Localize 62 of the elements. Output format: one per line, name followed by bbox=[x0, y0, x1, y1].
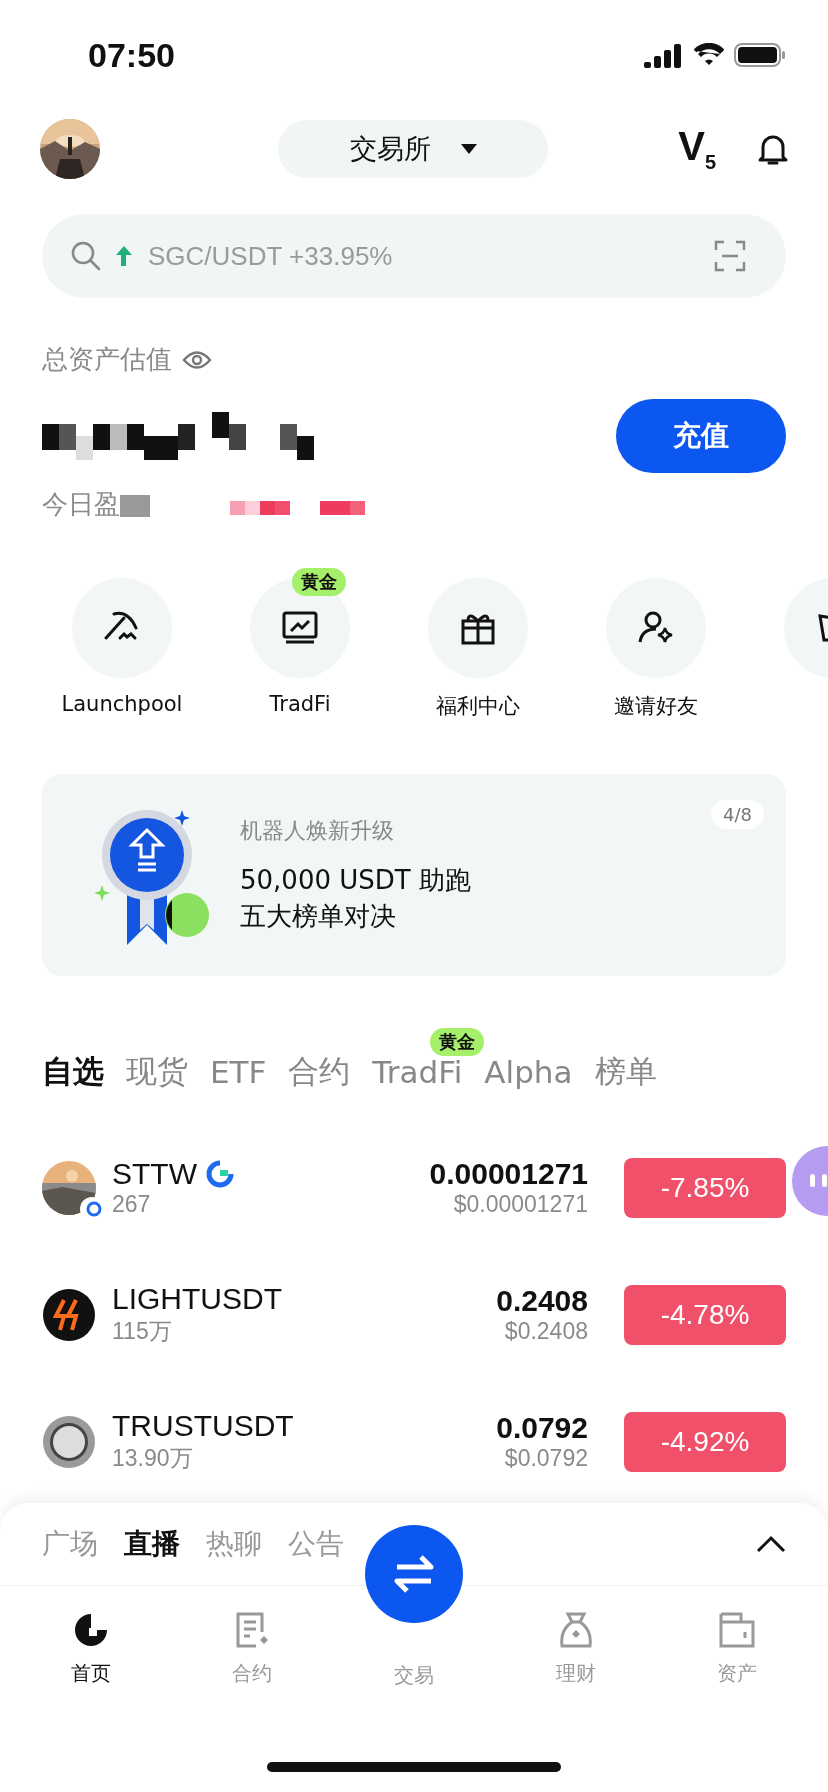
total-assets-label: 总资产估值 bbox=[42, 343, 172, 376]
exchange-selector[interactable]: 交易所 bbox=[278, 120, 548, 178]
change-badge[interactable]: -4.78% bbox=[624, 1284, 786, 1345]
price-text: 0.0792 bbox=[496, 1411, 588, 1445]
nav-tab[interactable]: 资产 bbox=[667, 1610, 808, 1687]
change-badge[interactable]: -4.92% bbox=[624, 1411, 786, 1472]
lightning-logo-icon bbox=[42, 1287, 96, 1342]
coin-icon bbox=[42, 1414, 96, 1469]
search-bar[interactable]: SGC/USDT +33.95% bbox=[42, 214, 786, 298]
search-input[interactable]: SGC/USDT +33.95% bbox=[146, 239, 702, 273]
shortcut-label: TradFi bbox=[269, 692, 331, 716]
pair-symbol: LIGHTUSDT bbox=[112, 1282, 282, 1316]
signal-icon bbox=[644, 42, 684, 68]
volume-text: 267 bbox=[112, 1191, 152, 1218]
nav-tab[interactable]: 理财 bbox=[505, 1610, 646, 1687]
deposit-button[interactable]: 充值 bbox=[616, 399, 786, 473]
vip-level[interactable]: V$_{5}$ bbox=[678, 126, 716, 172]
battery-icon bbox=[734, 42, 786, 68]
caret-icon bbox=[460, 144, 477, 154]
volume-text: 13.90万 bbox=[112, 1444, 194, 1473]
today-pnl-label: 今日盈 bbox=[42, 488, 120, 521]
tier-tag: 黄金 bbox=[292, 568, 346, 596]
feed-tab[interactable]: 公告 bbox=[288, 1525, 344, 1563]
status-time: 07:50 bbox=[88, 35, 175, 75]
feed-tab[interactable]: 热聊 bbox=[206, 1525, 262, 1563]
scan-icon[interactable] bbox=[714, 240, 746, 272]
chevron-up-icon[interactable] bbox=[756, 1535, 786, 1553]
banner-title: 50,000 USDT 助跑 bbox=[240, 864, 471, 897]
market-tab[interactable]: 榜单 bbox=[594, 1051, 657, 1093]
pair-symbol: STTW bbox=[112, 1157, 197, 1191]
feed-tab[interactable]: 广场 bbox=[42, 1525, 98, 1563]
shortcut-label: Launchpool bbox=[61, 692, 183, 716]
market-tab[interactable]: 合约 bbox=[288, 1051, 351, 1093]
wifi-icon bbox=[694, 43, 724, 67]
usd-price-text: $0.0792 bbox=[504, 1445, 588, 1472]
banner-subtitle: 机器人焕新升级 bbox=[240, 817, 395, 845]
market-tab[interactable]: Alpha bbox=[484, 1054, 573, 1090]
shortcut-label: 邀请好友 bbox=[614, 693, 698, 720]
wallet-icon bbox=[717, 1610, 758, 1650]
pair-symbol: TRUSTUSDT bbox=[112, 1409, 294, 1443]
usd-price-text: $0.00001271 bbox=[453, 1191, 588, 1218]
nav-tab[interactable]: 交易 bbox=[344, 1662, 484, 1689]
page-counter: 4/8 bbox=[711, 800, 764, 829]
price-text: 0.2408 bbox=[496, 1284, 588, 1318]
nav-tab[interactable]: 首页 bbox=[20, 1610, 161, 1687]
change-badge[interactable]: -7.85% bbox=[624, 1157, 786, 1218]
search-icon bbox=[70, 240, 102, 272]
market-tab[interactable]: ETF bbox=[210, 1054, 267, 1090]
market-tab[interactable]: 现货 bbox=[126, 1051, 188, 1093]
market-tab[interactable]: 自选 bbox=[42, 1051, 104, 1093]
trend-up-icon bbox=[114, 245, 134, 267]
volume-text: 115万 bbox=[112, 1317, 173, 1346]
tier-tag: 黄金 bbox=[430, 1028, 485, 1056]
nav-tab[interactable]: 合约 bbox=[182, 1610, 323, 1687]
banner-title: 五大榜单对决 bbox=[240, 900, 397, 933]
eye-icon[interactable] bbox=[182, 349, 212, 370]
shortcut-label: 福利中心 bbox=[436, 693, 520, 720]
promo-banner[interactable]: 机器人焕新升级 50,000 USDT 助跑 五大榜单对决 4/8 bbox=[42, 774, 786, 976]
market-tab[interactable]: TradFi bbox=[372, 1054, 463, 1090]
usd-price-text: $0.2408 bbox=[504, 1318, 588, 1345]
feed-tab[interactable]: 直播 bbox=[124, 1525, 180, 1563]
price-text: 0.00001271 bbox=[429, 1157, 588, 1191]
